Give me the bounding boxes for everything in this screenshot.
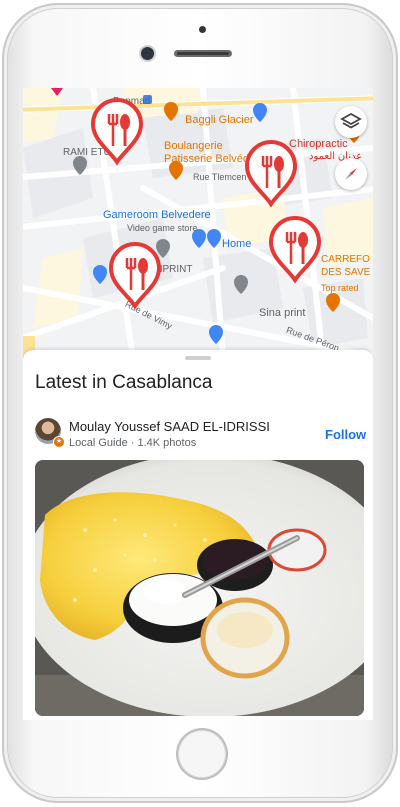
map-label-gameroom[interactable]: Gameroom Belvedere [103, 209, 211, 221]
compass-button[interactable] [335, 158, 367, 190]
layers-button[interactable] [335, 106, 367, 138]
map-label-gameroom-sub: Video game store [127, 223, 198, 233]
restaurant-marker-icon[interactable] [243, 140, 299, 208]
map-label-boulangerie[interactable]: Boulangerie [164, 140, 223, 152]
map-view[interactable]: Banmad Baggli Glacier RAMI ETUDE Boulang… [23, 88, 373, 358]
restaurant-marker-icon[interactable] [267, 216, 323, 284]
home-button[interactable] [178, 730, 226, 778]
author-meta: Local Guide · 1.4K photos [69, 437, 197, 449]
sheet-drag-handle[interactable] [185, 356, 211, 360]
author-name[interactable]: Moulay Youssef SAAD EL-IDRISSI [69, 419, 270, 434]
layers-icon [340, 112, 362, 129]
map-label-sina[interactable]: Sina print [259, 307, 305, 319]
feed-title: Latest in Casablanca [35, 372, 213, 393]
restaurant-marker-icon[interactable] [89, 98, 145, 166]
map-label-top-rated: Top rated [321, 283, 359, 293]
map-label-carrefour-2[interactable]: DES SAVE [321, 267, 370, 278]
compass-icon [345, 168, 357, 180]
map-label-baggli[interactable]: Baggli Glacier [185, 114, 253, 126]
map-label-home[interactable]: Home [222, 238, 251, 250]
app-screen: Banmad Baggli Glacier RAMI ETUDE Boulang… [23, 88, 373, 720]
follow-button[interactable]: Follow [325, 427, 366, 442]
map-label-street-tlemcen: Rue Tlemcen [193, 172, 247, 182]
bottom-sheet[interactable]: Latest in Casablanca ★ Moulay Youssef SA… [23, 350, 373, 720]
post-photo[interactable] [35, 460, 364, 716]
proximity-sensor [199, 26, 206, 33]
front-camera [141, 47, 154, 60]
earpiece-speaker [174, 50, 232, 57]
local-guide-badge-icon: ★ [53, 436, 65, 448]
food-photo-image [35, 460, 364, 716]
map-label-carrefour[interactable]: CARREFO [321, 254, 370, 265]
restaurant-marker-icon[interactable] [107, 242, 163, 310]
